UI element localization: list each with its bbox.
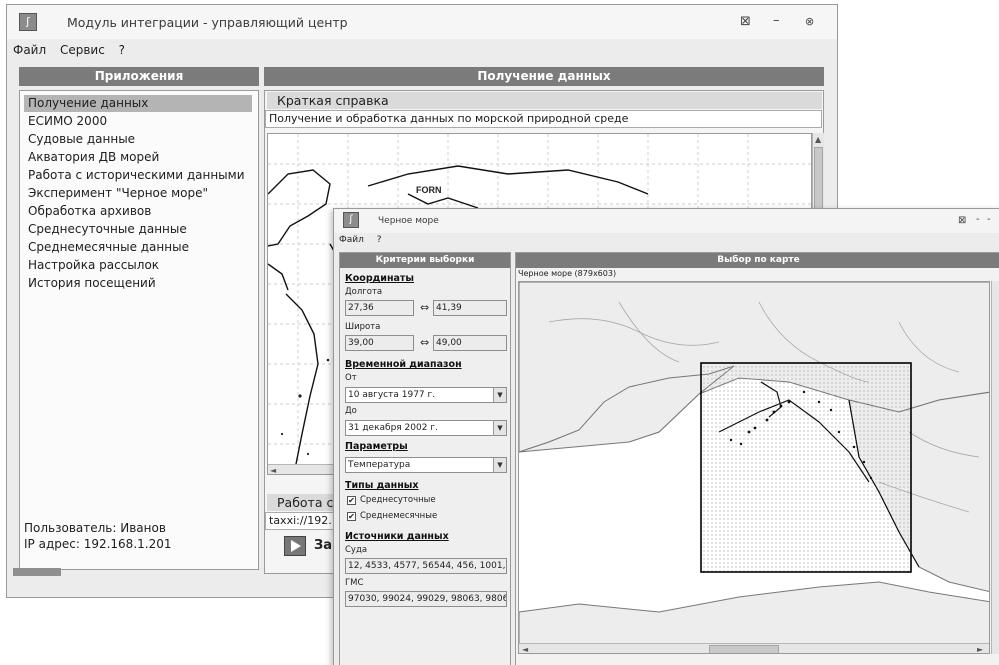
black-sea-map[interactable]: ◄ ►: [518, 281, 990, 654]
map-label: FORN: [416, 185, 442, 195]
maximize-icon[interactable]: -: [987, 213, 991, 227]
app-list-item[interactable]: Получение данных: [24, 95, 252, 112]
criteria-header: Критерии выборки: [340, 253, 510, 268]
close-icon[interactable]: ⊗: [805, 15, 814, 29]
app-list-item[interactable]: История посещений: [24, 275, 252, 292]
scroll-right-icon[interactable]: ►: [977, 645, 983, 653]
sources-title: Источники данных: [345, 531, 449, 542]
date-from-value: 10 августа 1977 г.: [348, 390, 436, 400]
daily-label: Среднесуточные: [360, 495, 436, 505]
status-strip: [13, 568, 61, 576]
menu-file-2[interactable]: Файл: [339, 235, 364, 245]
parameter-value: Температура: [348, 460, 411, 470]
gms-input[interactable]: 97030, 99024, 99029, 98063, 9806: [345, 591, 507, 607]
app-list-item[interactable]: Настройка рассылок: [24, 257, 252, 274]
swap-arrows-icon: ⇔: [420, 336, 430, 349]
scroll-left-icon[interactable]: ◄: [270, 466, 276, 474]
time-range-title: Временной диапазон: [345, 359, 462, 370]
menu-bar: Файл Сервис ?: [7, 39, 837, 61]
ships-input[interactable]: 12, 4533, 4577, 56544, 456, 1001, 1: [345, 558, 507, 574]
map-caption: Черное море (879x603): [518, 269, 617, 278]
swap-arrows-icon: ⇔: [420, 301, 430, 314]
title-bar[interactable]: ʃ Модуль интеграции - управляющий центр …: [7, 5, 837, 39]
minimize-icon[interactable]: -: [976, 213, 980, 227]
window-manager-icon[interactable]: ⊠: [958, 214, 966, 228]
apps-header: Приложения: [19, 67, 259, 86]
scroll-thumb-2[interactable]: [709, 645, 779, 653]
data-types-title: Типы данных: [345, 480, 419, 491]
app-list-item[interactable]: Эксперимент "Черное море": [24, 185, 252, 202]
black-sea-window: ʃ Черное море ⊠ - - Файл ? Критерии выбо…: [333, 208, 999, 665]
user-name: Пользователь: Иванов: [24, 521, 166, 535]
ships-label: Суда: [345, 545, 368, 555]
scroll-left-icon[interactable]: ◄: [522, 645, 528, 653]
daily-checkbox-row[interactable]: ✔ Среднесуточные: [347, 495, 436, 508]
monthly-checkbox[interactable]: ✔: [347, 512, 356, 521]
map-header: Выбор по карте: [516, 253, 999, 268]
apps-list: Получение данных ЕСИМО 2000 Судовые данные…: [19, 90, 259, 570]
app-logo-icon: ʃ: [343, 212, 359, 228]
daily-checkbox[interactable]: ✔: [347, 496, 356, 505]
gms-label: ГМС: [345, 578, 364, 588]
map2-vertical-scrollbar[interactable]: [991, 281, 999, 654]
app-list-item[interactable]: Работа с историческими данными: [24, 167, 252, 184]
criteria-panel: Критерии выборки Координаты Долгота 27,3…: [339, 252, 511, 665]
coords-title: Координаты: [345, 273, 415, 284]
chevron-down-icon[interactable]: ▼: [493, 458, 506, 472]
menu-help[interactable]: ?: [119, 43, 125, 57]
scroll-up-icon[interactable]: ▲: [815, 135, 821, 145]
lon-from-input[interactable]: 27,36: [345, 300, 414, 316]
lat-label: Широта: [345, 322, 381, 332]
brief-label: Краткая справка: [267, 92, 822, 109]
window-title-2: Черное море: [378, 216, 439, 226]
parameter-select[interactable]: Температура ▼: [345, 457, 507, 473]
app-list-item[interactable]: ЕСИМО 2000: [24, 113, 252, 130]
menu-help-2[interactable]: ?: [377, 235, 382, 245]
chevron-down-icon[interactable]: ▼: [493, 388, 506, 402]
date-to-value: 31 декабря 2002 г.: [348, 423, 438, 433]
data-header: Получение данных: [264, 67, 824, 86]
user-ip: IP адрес: 192.168.1.201: [24, 537, 172, 551]
parameters-title: Параметры: [345, 441, 408, 452]
date-from-select[interactable]: 10 августа 1977 г. ▼: [345, 387, 507, 403]
lat-to-input[interactable]: 49,00: [433, 335, 507, 351]
window-title: Модуль интеграции - управляющий центр: [67, 15, 348, 30]
menu-file[interactable]: Файл: [13, 43, 46, 57]
app-list-item[interactable]: Обработка архивов: [24, 203, 252, 220]
black-sea-map-graphic: [519, 282, 989, 653]
chevron-down-icon[interactable]: ▼: [493, 421, 506, 435]
app-list-item[interactable]: Среднемесячные данные: [24, 239, 252, 256]
from-label: От: [345, 373, 357, 383]
minimize-icon[interactable]: –: [773, 14, 780, 28]
app-logo-icon: ʃ: [19, 13, 37, 31]
play-icon[interactable]: [284, 536, 306, 556]
description-text: Получение и обработка данных по морской …: [265, 110, 822, 128]
app-list-item[interactable]: Судовые данные: [24, 131, 252, 148]
map2-horizontal-scrollbar[interactable]: ◄ ►: [519, 643, 989, 653]
map-selection-panel: Выбор по карте Черное море (879x603) ◄ ►: [515, 252, 999, 665]
date-to-select[interactable]: 31 декабря 2002 г. ▼: [345, 420, 507, 436]
app-list-item[interactable]: Среднесуточные данные: [24, 221, 252, 238]
title-bar-2[interactable]: ʃ Черное море ⊠ - -: [334, 209, 999, 233]
menu-service[interactable]: Сервис: [60, 43, 105, 57]
app-list-item[interactable]: Акватория ДВ морей: [24, 149, 252, 166]
window-manager-icon[interactable]: ⊠: [740, 15, 751, 29]
lon-label: Долгота: [345, 287, 383, 297]
monthly-checkbox-row[interactable]: ✔ Среднемесячные: [347, 511, 437, 524]
menu-bar-2: Файл ?: [334, 233, 999, 250]
monthly-label: Среднемесячные: [360, 511, 438, 521]
play-glyph: [291, 540, 301, 552]
lat-from-input[interactable]: 39,00: [345, 335, 414, 351]
to-label: До: [345, 406, 357, 416]
lon-to-input[interactable]: 41,39: [433, 300, 507, 316]
